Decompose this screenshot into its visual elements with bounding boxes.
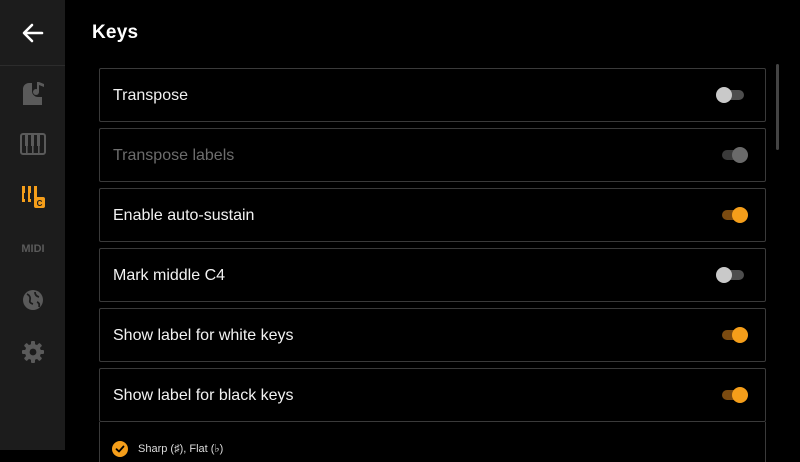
setting-label: Show label for black keys: [113, 387, 294, 404]
setting-mark-middle-c4[interactable]: Mark middle C4: [99, 248, 766, 302]
keys-badge-letter: C: [36, 199, 42, 208]
setting-label: Enable auto-sustain: [113, 207, 255, 224]
toggle-knob: [732, 387, 748, 403]
gear-icon: [21, 341, 44, 363]
black-key-labels-toggle[interactable]: [716, 384, 748, 406]
transpose-labels-toggle: [716, 144, 748, 166]
piano-keyboard-icon: [19, 133, 46, 155]
toggle-knob: [716, 267, 732, 283]
setting-label: Mark middle C4: [113, 267, 226, 284]
sidebar: C MIDI: [0, 0, 65, 450]
checkmark-icon[interactable]: [112, 441, 128, 457]
setting-label: Transpose labels: [113, 147, 235, 164]
setting-black-key-labels[interactable]: Show label for black keys: [99, 368, 766, 422]
setting-label: Transpose: [113, 87, 188, 104]
setting-auto-sustain[interactable]: Enable auto-sustain: [99, 188, 766, 242]
setting-label: Show label for white keys: [113, 327, 294, 344]
toggle-knob: [716, 87, 732, 103]
arrow-left-icon: [22, 23, 43, 42]
sidebar-divider: [0, 65, 65, 66]
toggle-knob: [732, 207, 748, 223]
globe-icon: [22, 290, 43, 310]
sidebar-item-settings[interactable]: [0, 332, 65, 372]
sidebar-item-sound[interactable]: [0, 73, 65, 113]
toggle-knob: [732, 327, 748, 343]
page-title: Keys: [92, 22, 139, 43]
auto-sustain-toggle[interactable]: [716, 204, 748, 226]
scrollbar[interactable]: [776, 64, 779, 150]
midi-icon-label: MIDI: [21, 243, 44, 255]
mark-middle-c4-toggle[interactable]: [716, 264, 748, 286]
white-key-labels-toggle[interactable]: [716, 324, 748, 346]
piano-note-icon: [22, 82, 44, 105]
black-key-option-row[interactable]: Sharp (♯), Flat (♭): [99, 422, 766, 462]
setting-transpose[interactable]: Transpose: [99, 68, 766, 122]
back-button[interactable]: [0, 0, 65, 65]
transpose-toggle[interactable]: [716, 84, 748, 106]
setting-white-key-labels[interactable]: Show label for white keys: [99, 308, 766, 362]
midi-icon: MIDI: [21, 243, 44, 255]
keys-label-icon: C: [21, 186, 45, 208]
setting-transpose-labels: Transpose labels: [99, 128, 766, 182]
sidebar-item-keys[interactable]: C: [0, 176, 65, 216]
sidebar-item-keyboard[interactable]: [0, 124, 65, 164]
toggle-knob: [732, 147, 748, 163]
sharp-flat-label: Sharp (♯), Flat (♭): [138, 443, 224, 455]
sidebar-item-midi[interactable]: MIDI: [0, 228, 65, 268]
sidebar-item-online[interactable]: [0, 280, 65, 320]
